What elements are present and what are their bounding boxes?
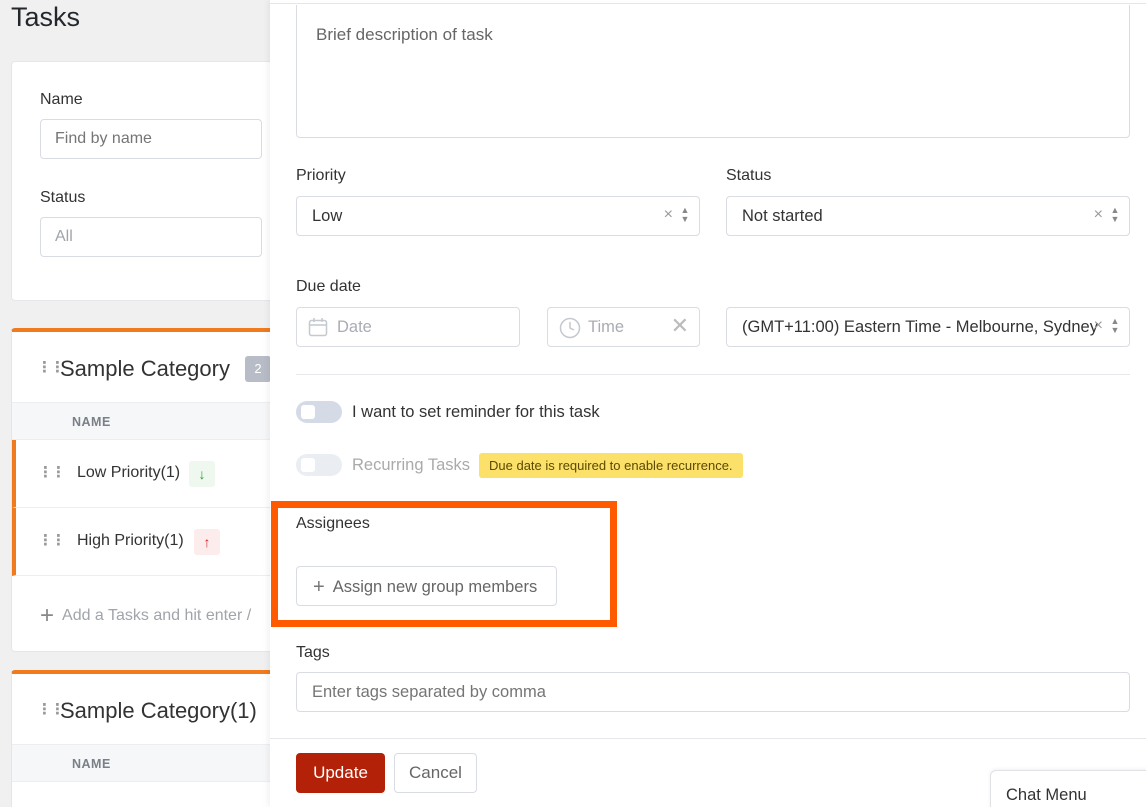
plus-icon: + (313, 576, 325, 598)
recurring-toggle[interactable] (296, 454, 342, 476)
filter-panel: Name Status All (11, 61, 270, 301)
add-task-input[interactable]: + Add a Tasks and hit enter / (40, 602, 251, 630)
time-input[interactable]: Time ✕ (547, 307, 700, 347)
name-filter-input[interactable] (40, 119, 262, 159)
add-task-text: Add a Tasks and hit enter / (62, 607, 252, 624)
priority-value: Low (312, 207, 343, 225)
assign-members-button[interactable]: + Assign new group members (296, 566, 557, 606)
tasks-page: Tasks Name Status All ⋮⋮ Sample Category… (0, 0, 270, 807)
time-placeholder: Time (588, 318, 625, 336)
reminder-label: I want to set reminder for this task (352, 403, 600, 421)
divider (296, 374, 1130, 375)
priority-label: Priority (296, 167, 346, 184)
status-select[interactable]: Not started × ▲ ▼ (726, 196, 1130, 236)
drag-handle-icon[interactable]: ⋮⋮ (38, 463, 66, 481)
category-header: ⋮⋮ Sample Category(1) (12, 674, 270, 746)
task-edit-drawer: Brief description of task Priority Low ×… (270, 0, 1146, 807)
drag-handle-icon[interactable]: ⋮⋮ (38, 531, 66, 549)
update-button[interactable]: Update (296, 753, 385, 793)
column-header-name: NAME (72, 757, 111, 771)
drawer-top-border (270, 0, 1146, 4)
status-filter-select[interactable]: All (40, 217, 262, 257)
select-arrows-icon: ▲ ▼ (1110, 316, 1120, 335)
plus-icon: + (40, 602, 55, 629)
reminder-toggle[interactable] (296, 401, 342, 423)
category-card: ⋮⋮ Sample Category 2 NAME ⋮⋮ Low Priorit… (11, 328, 270, 652)
recurrence-warning-badge: Due date is required to enable recurrenc… (479, 453, 743, 478)
select-arrows-icon: ▲ ▼ (1110, 205, 1120, 224)
assignees-label: Assignees (296, 515, 370, 532)
due-date-label: Due date (296, 278, 361, 295)
timezone-value: (GMT+11:00) Eastern Time - Melbourne, Sy… (742, 318, 1098, 336)
timezone-select[interactable]: (GMT+11:00) Eastern Time - Melbourne, Sy… (726, 307, 1130, 347)
select-arrows-icon: ▲ ▼ (680, 205, 690, 224)
assign-members-label: Assign new group members (332, 578, 538, 596)
category-header: ⋮⋮ Sample Category 2 (12, 332, 270, 404)
category-title: Sample Category (60, 356, 230, 381)
status-filter-label: Status (40, 189, 86, 206)
column-header-name: NAME (72, 415, 111, 429)
clock-icon (559, 317, 581, 344)
row-label: Low Priority(1) (77, 464, 181, 481)
category-card: ⋮⋮ Sample Category(1) NAME (11, 670, 270, 807)
footer-divider (270, 738, 1146, 739)
category-title: Sample Category(1) (60, 698, 257, 723)
arrow-up-icon: ↑ (194, 529, 220, 555)
clear-icon[interactable]: × (1094, 317, 1103, 335)
status-label: Status (726, 167, 772, 184)
page-title: Tasks (11, 2, 81, 32)
table-column-header: NAME (12, 402, 270, 440)
arrow-down-icon: ↓ (189, 461, 215, 487)
clear-icon[interactable]: × (1094, 206, 1103, 224)
cancel-button[interactable]: Cancel (394, 753, 477, 793)
clear-icon[interactable]: × (664, 206, 673, 224)
tags-input[interactable] (296, 672, 1130, 712)
recurring-label: Recurring Tasks (352, 456, 470, 474)
table-column-header: NAME (12, 744, 270, 782)
tags-label: Tags (296, 644, 330, 661)
date-placeholder: Date (337, 318, 372, 336)
date-input[interactable]: Date (296, 307, 520, 347)
status-value: Not started (742, 207, 823, 225)
category-count-badge: 2 (245, 356, 270, 382)
name-filter-label: Name (40, 91, 83, 108)
chat-menu-button[interactable]: Chat Menu (990, 770, 1146, 807)
table-row[interactable]: ⋮⋮ High Priority(1) ↑ (12, 508, 270, 576)
priority-select[interactable]: Low × ▲ ▼ (296, 196, 700, 236)
table-row[interactable]: ⋮⋮ Low Priority(1) ↓ (12, 440, 270, 508)
calendar-icon (308, 317, 328, 342)
description-textarea[interactable]: Brief description of task (296, 5, 1130, 138)
row-label: High Priority(1) (77, 532, 184, 549)
clear-icon[interactable]: ✕ (671, 315, 689, 337)
